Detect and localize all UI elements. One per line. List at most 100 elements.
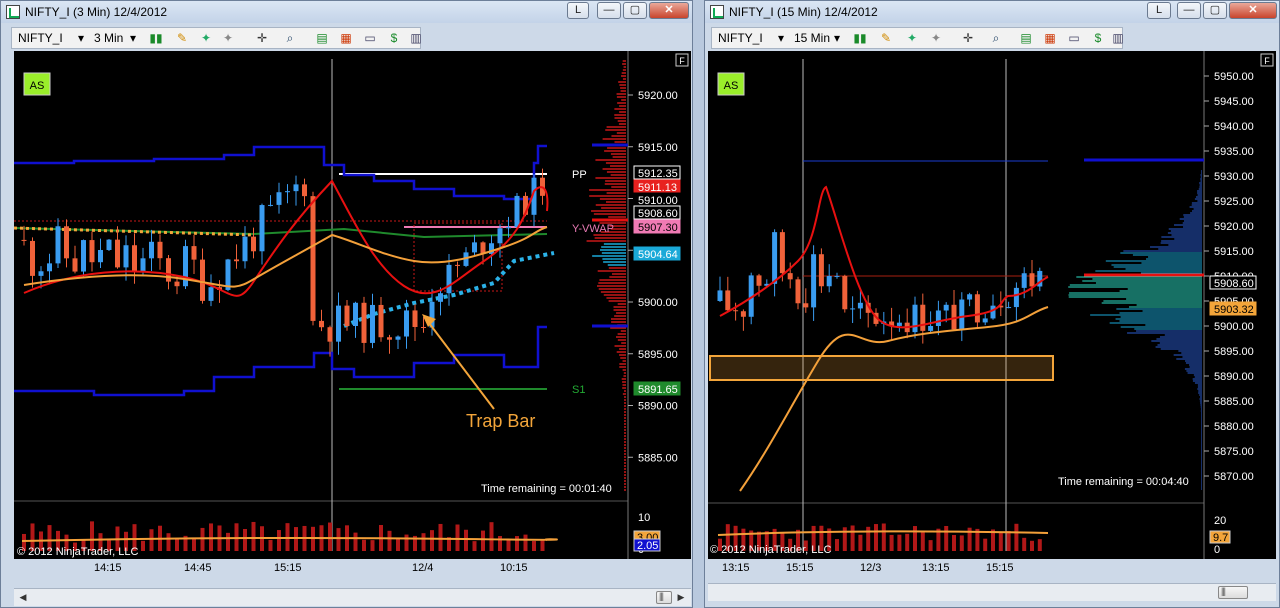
volume-profile: [1068, 158, 1204, 490]
minimize-button[interactable]: —: [1177, 2, 1201, 19]
candle-body: [472, 242, 477, 253]
candle-body: [928, 325, 934, 331]
pp-label: PP: [572, 169, 587, 181]
properties-icon[interactable]: ▥: [408, 31, 424, 46]
candle-body: [446, 264, 452, 294]
candle-body: [514, 195, 520, 228]
candle-body: [717, 290, 723, 301]
price-marker-label: 5911.13: [638, 182, 677, 194]
price-tick-label: 5890.00: [638, 401, 678, 413]
instrument-selector[interactable]: NIFTY_I: [718, 31, 763, 45]
chevron-down-icon[interactable]: ▾: [78, 31, 84, 45]
interval-selector[interactable]: 15 Min: [794, 31, 830, 45]
magnet-off-icon[interactable]: ✦: [928, 31, 944, 46]
app-icon: [710, 5, 724, 19]
price-marker-label: 5908.60: [638, 208, 678, 220]
as-badge-label: AS: [30, 80, 45, 92]
chevron-down-icon[interactable]: ▾: [130, 31, 136, 45]
chart-window-3min: NIFTY_I (3 Min) 12/4/2012 L — ▢ ✕ NIFTY_…: [0, 0, 693, 608]
chevron-down-icon[interactable]: ▾: [778, 31, 784, 45]
volume-bar: [1037, 539, 1042, 551]
indicator-icon[interactable]: ▦: [1042, 31, 1058, 46]
candle-body: [438, 293, 443, 302]
strategy-icon[interactable]: ▤: [1018, 31, 1034, 46]
properties-icon[interactable]: ▥: [1110, 31, 1126, 46]
chart-scrollbar[interactable]: ◀ ▶: [14, 588, 691, 606]
scroll-thumb[interactable]: [1218, 586, 1248, 599]
zoom-icon[interactable]: ⌕: [282, 31, 298, 46]
volume-bar: [251, 521, 256, 551]
candle-body: [818, 254, 824, 287]
scroll-left-icon[interactable]: ◀: [16, 591, 30, 604]
dollar-icon[interactable]: $: [386, 31, 402, 46]
volume-bar: [328, 522, 332, 551]
pencil-icon[interactable]: ✎: [174, 31, 190, 46]
volume-bar: [362, 539, 366, 551]
magnet-icon[interactable]: ✦: [198, 31, 214, 46]
chevron-down-icon[interactable]: ▾: [834, 31, 840, 45]
strategy-icon[interactable]: ▤: [314, 31, 330, 46]
price-tick-label: 5945.00: [1214, 96, 1254, 108]
scroll-thumb[interactable]: [656, 591, 672, 604]
pencil-icon[interactable]: ✎: [878, 31, 894, 46]
price-chart[interactable]: AS F Time remaining = 00:04:40 © 2012 Ni…: [708, 51, 1276, 559]
volume-bar: [294, 527, 298, 551]
price-chart-canvas[interactable]: AS F PP Y-VWAP S1 Trap Bar Time remainin…: [13, 51, 691, 559]
title-bar[interactable]: NIFTY_I (3 Min) 12/4/2012 L — ▢ ✕: [1, 1, 692, 23]
crosshair-icon[interactable]: ✛: [960, 31, 976, 46]
candle-body: [81, 240, 86, 272]
price-chart[interactable]: AS F PP Y-VWAP S1 Trap Bar Time remainin…: [13, 51, 691, 559]
candle-body: [191, 246, 197, 260]
price-tick-label: 5930.00: [1214, 171, 1254, 183]
volume-bar: [952, 534, 956, 551]
candle-body: [64, 226, 69, 259]
scroll-right-icon[interactable]: ▶: [674, 591, 688, 604]
volume-bar: [353, 532, 358, 551]
chart-trader-icon[interactable]: ▭: [1066, 31, 1082, 46]
maximize-button[interactable]: ▢: [623, 2, 647, 19]
volume-bar: [489, 522, 494, 551]
chart-trader-icon[interactable]: ▭: [362, 31, 378, 46]
candle-body: [896, 322, 902, 326]
candlestick-icon[interactable]: ▮▮: [148, 31, 164, 46]
minimize-button[interactable]: —: [597, 2, 621, 19]
close-button[interactable]: ✕: [1229, 2, 1277, 19]
candle-body: [404, 310, 409, 337]
red-ma-line: [719, 185, 1049, 329]
magnet-off-icon[interactable]: ✦: [220, 31, 236, 46]
volume-bar: [192, 538, 196, 551]
price-tick-label: 5935.00: [1214, 146, 1254, 158]
crosshair-icon[interactable]: ✛: [254, 31, 270, 46]
volume-bar: [540, 540, 545, 551]
layout-button[interactable]: L: [1147, 2, 1171, 19]
chart-scrollbar[interactable]: [708, 583, 1276, 601]
interval-selector[interactable]: 3 Min: [94, 31, 123, 45]
time-tick-label: 15:15: [274, 562, 302, 574]
candle-body: [132, 245, 137, 272]
magnet-icon[interactable]: ✦: [904, 31, 920, 46]
candle-body: [47, 263, 52, 272]
candle-body: [772, 232, 778, 284]
volume-bar: [959, 535, 964, 551]
instrument-selector[interactable]: NIFTY_I: [18, 31, 63, 45]
candle-body: [140, 258, 146, 272]
candle-body: [98, 249, 103, 263]
candle-body: [344, 305, 350, 326]
price-chart-canvas[interactable]: AS F Time remaining = 00:04:40 © 2012 Ni…: [708, 51, 1276, 559]
candle-body: [234, 259, 239, 262]
title-bar[interactable]: NIFTY_I (15 Min) 12/4/2012 L — ▢ ✕: [705, 1, 1279, 23]
time-tick-label: 13:15: [722, 562, 750, 574]
candle-body: [208, 287, 214, 301]
close-button[interactable]: ✕: [649, 2, 689, 19]
indicator-icon[interactable]: ▦: [338, 31, 354, 46]
dollar-icon[interactable]: $: [1090, 31, 1106, 46]
candle-body: [89, 240, 95, 263]
candlestick-icon[interactable]: ▮▮: [852, 31, 868, 46]
zoom-icon[interactable]: ⌕: [988, 31, 1004, 46]
maximize-button[interactable]: ▢: [1203, 2, 1227, 19]
layout-button[interactable]: L: [567, 2, 589, 19]
price-tick-label: 5885.00: [638, 452, 678, 464]
candle-body: [174, 281, 180, 287]
candle-body: [834, 275, 840, 277]
candle-body: [38, 271, 44, 276]
